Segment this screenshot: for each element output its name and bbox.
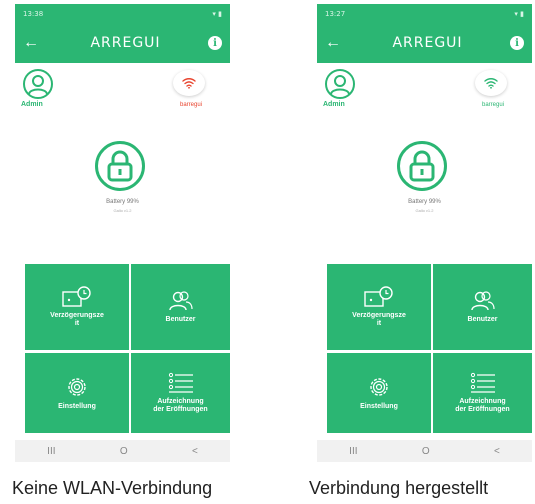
info-icon[interactable]: i <box>509 36 524 50</box>
tile-users-label: Benutzer <box>165 316 196 323</box>
delay-clock-icon <box>364 286 393 307</box>
tile-open-log[interactable]: Aufzeichnung der Eröffnungen <box>433 353 532 433</box>
tile-settings-label: Einstellung <box>360 403 398 410</box>
app-bar: ← ARREGUI i <box>15 23 230 63</box>
back-button[interactable]: < <box>192 446 198 457</box>
lock-icon-svg <box>107 150 133 182</box>
home-button[interactable]: O <box>422 446 430 457</box>
user-icon[interactable] <box>23 69 53 99</box>
status-bar: 13:38 ▾ ▮ <box>15 4 230 23</box>
back-button[interactable]: < <box>494 446 500 457</box>
wifi-icon-svg <box>182 78 196 89</box>
app-logo: ARREGUI <box>90 35 161 51</box>
phone-screen-connected: 13:27 ▾ ▮ ← ARREGUI i Admin barregui Bat… <box>317 4 532 462</box>
wifi-icon-svg <box>484 78 498 89</box>
caption-disconnected: Keine WLAN-Verbindung <box>12 478 213 498</box>
tile-delay[interactable]: Verzögerungsze it <box>25 264 129 350</box>
tile-open-log-label: Aufzeichnung der Eröffnungen <box>455 398 510 413</box>
info-icon[interactable]: i <box>207 36 222 50</box>
gear-icon <box>68 378 86 396</box>
user-icon[interactable] <box>325 69 355 99</box>
tile-delay-label: Verzögerungsze it <box>50 312 104 327</box>
phone-screen-disconnected: 13:38 ▾ ▮ ← ARREGUI i Admin barregui Bat… <box>15 4 230 462</box>
wifi-ssid: barregui <box>481 102 504 108</box>
app-logo: ARREGUI <box>392 35 463 51</box>
app-bar: ← ARREGUI i <box>317 23 532 63</box>
tile-delay-label: Verzögerungsze it <box>352 312 406 327</box>
wifi-icon[interactable] <box>173 70 205 96</box>
status-time: 13:27 <box>325 9 346 18</box>
status-icons: ▾ ▮ <box>514 9 524 18</box>
tile-delay[interactable]: Verzögerungsze it <box>327 264 431 350</box>
lock-icon[interactable] <box>95 141 145 191</box>
lock-icon[interactable] <box>397 141 447 191</box>
status-time: 13:38 <box>23 9 44 18</box>
firmware-version: Gallo v1.2 <box>113 208 132 213</box>
recents-button[interactable]: III <box>349 446 357 457</box>
tile-settings[interactable]: Einstellung <box>327 353 431 433</box>
users-icon <box>470 291 495 311</box>
tile-users-label: Benutzer <box>467 316 498 323</box>
recents-button[interactable]: III <box>47 446 55 457</box>
tile-users[interactable]: Benutzer <box>433 264 532 350</box>
firmware-version: Gallo v1.2 <box>415 208 434 213</box>
battery-status: Battery 99% <box>106 199 139 205</box>
user-label: Admin <box>21 101 43 108</box>
wifi-ssid: barregui <box>179 102 202 108</box>
lock-icon-svg <box>409 150 435 182</box>
user-icon-svg <box>330 75 350 95</box>
list-icon <box>168 372 193 393</box>
status-icons: ▾ ▮ <box>212 9 222 18</box>
status-bar: 13:27 ▾ ▮ <box>317 4 532 23</box>
user-label: Admin <box>323 101 345 108</box>
android-nav-bar: III O < <box>317 440 532 462</box>
caption-connected: Verbindung hergestellt <box>309 478 489 498</box>
user-icon-svg <box>28 75 48 95</box>
device-header: Admin barregui <box>15 63 230 113</box>
tile-open-log-label: Aufzeichnung der Eröffnungen <box>153 398 208 413</box>
tile-users[interactable]: Benutzer <box>131 264 230 350</box>
gear-icon <box>370 378 388 396</box>
back-arrow-icon[interactable]: ← <box>23 34 43 52</box>
home-button[interactable]: O <box>120 446 128 457</box>
tile-open-log[interactable]: Aufzeichnung der Eröffnungen <box>131 353 230 433</box>
delay-clock-icon <box>62 286 91 307</box>
list-icon <box>470 372 495 393</box>
users-icon <box>168 291 193 311</box>
android-nav-bar: III O < <box>15 440 230 462</box>
battery-status: Battery 99% <box>408 199 441 205</box>
wifi-icon[interactable] <box>475 70 507 96</box>
back-arrow-icon[interactable]: ← <box>325 34 345 52</box>
device-header: Admin barregui <box>317 63 532 113</box>
tile-settings-label: Einstellung <box>58 403 96 410</box>
tile-settings[interactable]: Einstellung <box>25 353 129 433</box>
